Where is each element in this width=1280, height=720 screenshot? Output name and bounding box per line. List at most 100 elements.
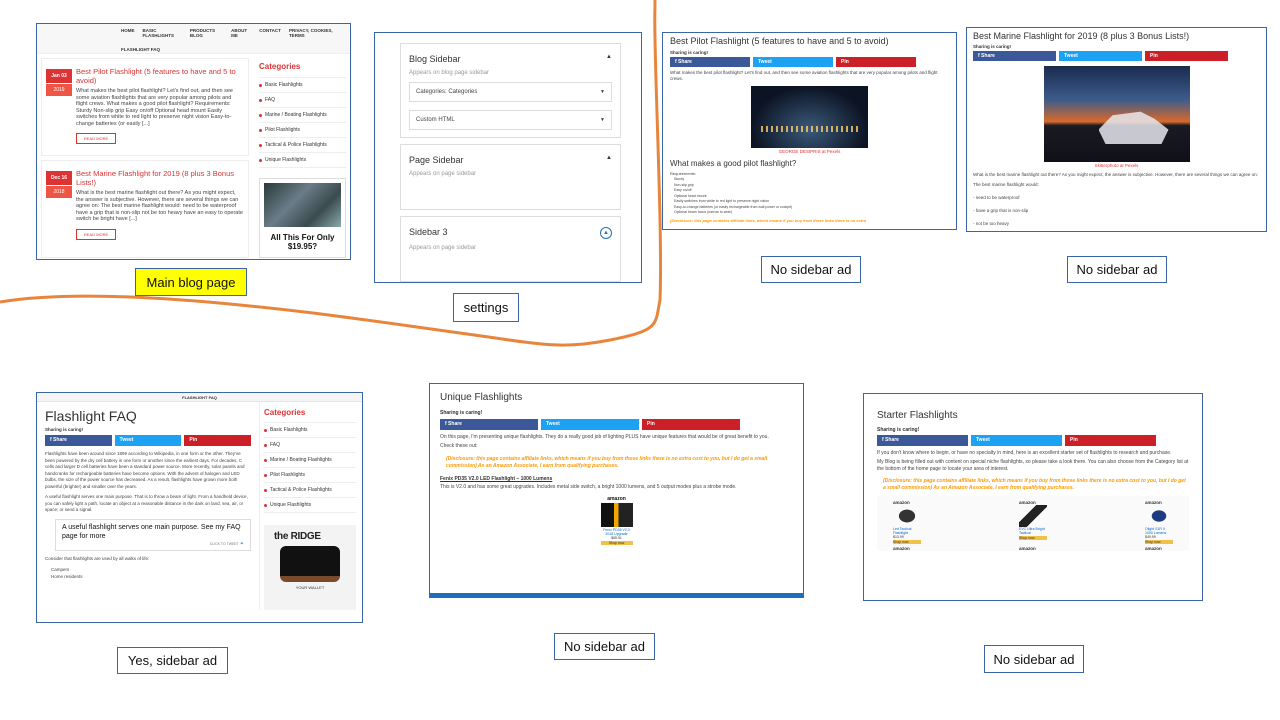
disclosure: (Disclosure: this page contains affiliat… xyxy=(446,456,768,469)
read-more-button[interactable]: READ MORE xyxy=(76,133,117,144)
category-link[interactable]: Marine / Boating Flashlights xyxy=(259,108,346,123)
category-link[interactable]: Pilot Flashlights xyxy=(264,468,356,483)
amazon-product-card[interactable]: amazon Fenix PD35 V2.0 2018 Upgrade $65.… xyxy=(600,496,633,545)
sidebar-title: Categories xyxy=(259,58,346,78)
product-heading[interactable]: Fenix PD35 V2.0 LED Flashlight – 1000 Lu… xyxy=(440,476,793,482)
category-link[interactable]: Tactical & Police Flashlights xyxy=(259,138,346,153)
share-twitter-button[interactable]: Tweet xyxy=(971,435,1062,446)
pilot-post-screenshot: Best Pilot Flashlight (5 features to hav… xyxy=(662,32,957,230)
share-twitter-button[interactable]: Tweet xyxy=(1059,51,1142,61)
list-item: - need to be waterproof xyxy=(973,195,1020,200)
widget-sidebar-3[interactable]: Sidebar 3 ▲ Appears on page sidebar xyxy=(400,216,621,282)
shop-now-button[interactable]: Shop now xyxy=(600,541,633,545)
product-price: $49.99 xyxy=(1145,535,1156,539)
amazon-logo: amazon xyxy=(1019,546,1036,551)
collapse-icon[interactable]: ▲ xyxy=(606,54,612,64)
share-twitter-button[interactable]: Tweet xyxy=(753,57,833,67)
nav-faq[interactable]: FLASHLIGHT FAQ xyxy=(182,395,217,400)
share-pin-button[interactable]: Pin xyxy=(184,435,252,446)
share-pin-button[interactable]: Pin xyxy=(836,57,916,67)
caption-main-blog: Main blog page xyxy=(135,268,247,296)
list-intro: The best marine flashlight would: xyxy=(973,182,1039,187)
widget-item[interactable]: Categories: Categories ▼ xyxy=(409,82,612,102)
post-excerpt: What makes the best pilot flashlight? Le… xyxy=(76,88,233,127)
top-bar: FLASHLIGHT FAQ xyxy=(37,393,362,402)
paragraph: If you don't know where to begin, or hav… xyxy=(877,450,1172,456)
sharing-label: Sharing is caring! xyxy=(670,50,709,55)
post-image xyxy=(751,86,868,148)
share-pin-button[interactable]: Pin xyxy=(1145,51,1228,61)
expand-icon[interactable]: ▼ xyxy=(600,89,605,95)
read-more-button[interactable]: READ MORE xyxy=(76,228,117,240)
faq-page-screenshot: FLASHLIGHT FAQ Flashlight FAQ Sharing is… xyxy=(36,392,363,623)
click-to-tweet-label[interactable]: CLICK TO TWEET xyxy=(210,542,239,546)
list-item: Home residents xyxy=(51,573,83,579)
nav-products[interactable]: PRODUCTS BLOG xyxy=(190,28,223,38)
collapse-icon[interactable]: ▲ xyxy=(600,227,612,239)
amazon-product-card[interactable]: amazon Olight S1R II 1000 Lumens $49.99 … xyxy=(1145,500,1173,544)
shop-now-button[interactable]: Shop now xyxy=(893,540,921,544)
share-pin-button[interactable]: Pin xyxy=(1065,435,1156,446)
image-credit: GEORGE DESIPRIS at Pexels xyxy=(778,149,841,154)
post-image xyxy=(1043,66,1190,162)
category-link[interactable]: Basic Flashlights xyxy=(264,423,356,438)
nav-about[interactable]: ABOUT ME xyxy=(231,28,251,38)
click-to-tweet-box[interactable]: A useful flashlight serves one main purp… xyxy=(55,518,251,551)
caption-yes-ad: Yes, sidebar ad xyxy=(117,647,228,674)
share-twitter-button[interactable]: Tweet xyxy=(114,435,182,446)
nav-home[interactable]: HOME xyxy=(121,28,135,38)
widget-subtitle: Appears on page sidebar xyxy=(409,245,477,251)
sharing-label: Sharing is caring! xyxy=(440,410,483,416)
requirements-label: Requirements: xyxy=(670,171,697,176)
share-twitter-button[interactable]: Tweet xyxy=(541,419,639,430)
nav-faq[interactable]: FLASHLIGHT FAQ xyxy=(121,47,340,52)
widget-blog-sidebar[interactable]: Blog Sidebar ▲ Appears on blog page sideb… xyxy=(400,43,621,138)
category-link[interactable]: Unique Flashlights xyxy=(264,498,356,513)
product-grid: amazon Led Tactical Flashlight $13.99 Sh… xyxy=(877,496,1189,544)
sidebar: Categories Basic Flashlights FAQ Marine … xyxy=(259,402,362,610)
share-facebook-button[interactable]: f Share xyxy=(973,51,1056,61)
category-link[interactable]: Basic Flashlights xyxy=(259,78,346,93)
post-title: Best Marine Flashlight for 2019 (8 plus … xyxy=(973,31,1190,41)
post-title[interactable]: Best Marine Flashlight for 2019 (8 plus … xyxy=(76,169,244,187)
share-facebook-button[interactable]: f Share xyxy=(440,419,538,430)
sidebar-ad[interactable]: the RIDGE YOUR WALLET xyxy=(264,525,356,610)
category-link[interactable]: Marine / Boating Flashlights xyxy=(264,453,356,468)
category-link[interactable]: Unique Flashlights xyxy=(259,153,346,168)
category-link[interactable]: FAQ xyxy=(264,438,356,453)
post-card: Dec 16 2018 Best Marine Flashlight for 2… xyxy=(41,160,249,258)
nav-privacy[interactable]: PRIVACY, COOKIES, TERMS xyxy=(289,28,340,38)
ad-image xyxy=(264,183,341,227)
sidebar-ad[interactable]: All This For Only $19.95? xyxy=(259,178,346,258)
expand-icon[interactable]: ▼ xyxy=(600,117,605,123)
caption-no-ad-2: No sidebar ad xyxy=(1067,256,1167,283)
top-nav: HOME BASIC FLASHLIGHTS PRODUCTS BLOG ABO… xyxy=(37,24,350,54)
amazon-product-card[interactable]: amazon EVC Ultra Bright Tactical Shop no… xyxy=(1019,500,1047,544)
product-name: EVC Ultra Bright Tactical xyxy=(1019,527,1045,535)
product-price: $65.51 xyxy=(611,536,622,540)
ad-text: All This For Only xyxy=(270,233,335,242)
wallet-image xyxy=(280,546,340,582)
shop-now-button[interactable]: Shop now xyxy=(1145,540,1173,544)
collapse-icon[interactable]: ▲ xyxy=(606,155,612,165)
share-facebook-button[interactable]: f Share xyxy=(670,57,750,67)
nav-contact[interactable]: CONTACT xyxy=(259,28,281,38)
unique-page-screenshot: Unique Flashlights Sharing is caring! f … xyxy=(429,383,804,598)
product-price: $13.99 xyxy=(893,535,904,539)
category-link[interactable]: Tactical & Police Flashlights xyxy=(264,483,356,498)
share-facebook-button[interactable]: f Share xyxy=(877,435,968,446)
share-pin-button[interactable]: Pin xyxy=(642,419,740,430)
ad-price: $19.95? xyxy=(287,242,318,251)
amazon-product-card[interactable]: amazon Led Tactical Flashlight $13.99 Sh… xyxy=(893,500,921,544)
category-link[interactable]: FAQ xyxy=(259,93,346,108)
category-link[interactable]: Pilot Flashlights xyxy=(259,123,346,138)
share-facebook-button[interactable]: f Share xyxy=(45,435,112,446)
post-title[interactable]: Best Pilot Flashlight (5 features to hav… xyxy=(76,67,244,85)
widget-item[interactable]: Custom HTML ▼ xyxy=(409,110,612,130)
widget-page-sidebar[interactable]: Page Sidebar ▲ Appears on page sidebar xyxy=(400,144,621,210)
product-image xyxy=(1145,505,1173,527)
widget-title: Sidebar 3 xyxy=(409,227,448,237)
post-date: Jan 03 xyxy=(46,69,72,83)
nav-basic[interactable]: BASIC FLASHLIGHTS xyxy=(143,28,182,38)
shop-now-button[interactable]: Shop now xyxy=(1019,536,1047,540)
